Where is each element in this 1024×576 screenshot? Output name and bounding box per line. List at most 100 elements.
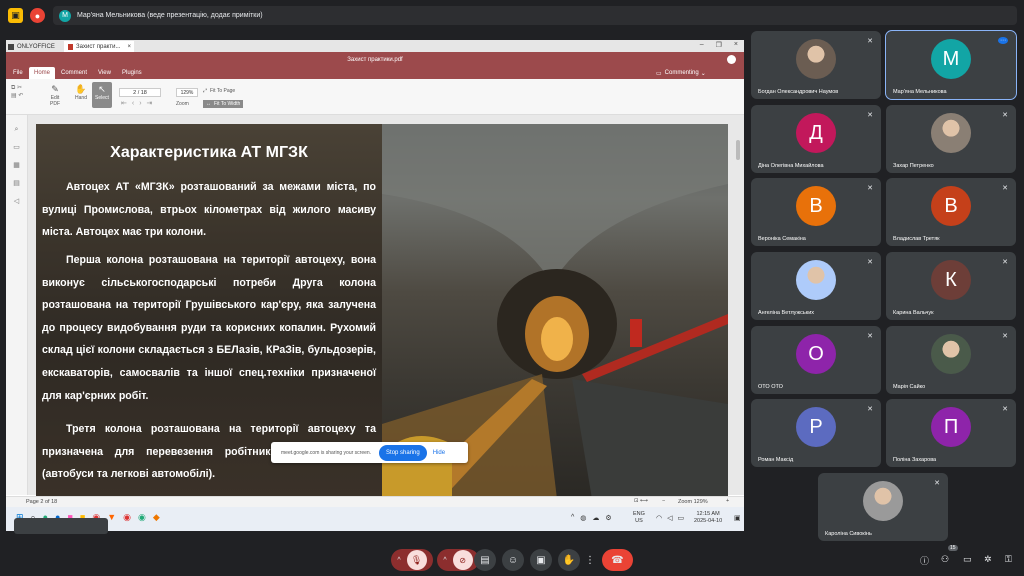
captions-button[interactable]: ▤: [474, 549, 496, 571]
menu-comment[interactable]: Comment: [56, 67, 92, 79]
menu-view[interactable]: View: [93, 67, 116, 79]
people-button[interactable]: ⚇ 15: [941, 545, 958, 565]
activities-icon[interactable]: ✲: [984, 554, 992, 565]
camera-toggle-button[interactable]: ^ ⊘: [437, 549, 479, 571]
tab-document[interactable]: Захист практи... ×: [64, 41, 134, 52]
mic-off-icon: ✕: [1002, 112, 1008, 119]
notification-icon[interactable]: ▣: [734, 514, 741, 522]
page-nav-icons[interactable]: ⇤‹›⇥: [121, 99, 157, 107]
select-tool-button[interactable]: ↖ Select: [92, 82, 112, 108]
mic-off-icon: ✕: [867, 112, 873, 119]
comments-icon[interactable]: ▭: [6, 139, 27, 157]
raise-hand-button[interactable]: ✋: [558, 549, 580, 571]
wifi-icon: ◠: [656, 515, 663, 522]
mic-off-icon: ✕: [1002, 333, 1008, 340]
select-label: Select: [95, 95, 109, 101]
edit-pdf-icon: ✎: [51, 84, 59, 94]
document-title-bar: Захист практики.pdf: [6, 52, 744, 67]
copy-icon[interactable]: ⧉ ✂: [11, 84, 33, 92]
menu-plugins[interactable]: Plugins: [117, 67, 147, 79]
chat-icon[interactable]: ▭: [963, 554, 972, 565]
fit-width-button[interactable]: ↔ Fit To Width: [203, 100, 244, 108]
fit-icon[interactable]: ⊡ ⟷: [634, 498, 648, 504]
minimize-icon[interactable]: –: [700, 41, 704, 49]
menu-file[interactable]: File: [8, 67, 28, 79]
emoji-button[interactable]: ☺: [502, 549, 524, 571]
speaker-icon[interactable]: ◁: [6, 193, 27, 211]
lang-top: ENG: [633, 511, 645, 517]
close-tab-icon[interactable]: ×: [127, 44, 131, 50]
tray-settings-icon[interactable]: ⚙: [605, 514, 611, 522]
hangup-icon: ☎: [611, 554, 624, 566]
participant-tile[interactable]: О ОТО ОТО ✕: [751, 326, 881, 394]
more-options-button[interactable]: ⋮: [584, 549, 596, 571]
chrome-profile-icon[interactable]: ◉: [123, 512, 131, 523]
participant-tile[interactable]: Богдан Олександрович Наумов ✕: [751, 31, 881, 99]
brave-icon[interactable]: ▼: [107, 512, 116, 523]
language-indicator[interactable]: ENG US: [633, 511, 645, 525]
participant-avatar: Д: [796, 113, 836, 153]
participant-tile[interactable]: К Карина Вальчук ✕: [886, 252, 1016, 320]
participant-avatar: М: [931, 39, 971, 79]
presenter-chip[interactable]: М Мар'яна Мельникова (веде презентацію, …: [53, 6, 1017, 25]
menu-home[interactable]: Home: [29, 67, 56, 79]
hand-tool-button[interactable]: ✋ Hand: [72, 84, 90, 101]
mic-off-icon: ✕: [1002, 406, 1008, 413]
participant-tile[interactable]: Д Діна Олегівна Михайлова ✕: [751, 105, 881, 173]
thumbnails-icon[interactable]: ▦: [6, 157, 27, 175]
mic-off-icon: ✕: [867, 333, 873, 340]
fit-page-button[interactable]: ⤢ Fit To Page: [203, 88, 235, 94]
zoom-input[interactable]: 129%: [176, 88, 198, 97]
clock-date: 2025-04-10: [694, 518, 723, 524]
participant-tile[interactable]: Марія Сайко ✕: [886, 326, 1016, 394]
edit-pdf-button[interactable]: ✎ Edit PDF: [46, 84, 64, 107]
paste-icon[interactable]: ▤ ↶: [11, 92, 33, 100]
page-number-input[interactable]: 2 / 18: [119, 88, 161, 97]
participant-tile[interactable]: Ангеліна Ветлужських ✕: [751, 252, 881, 320]
participant-tile[interactable]: Захар Петренко ✕: [886, 105, 1016, 173]
chevron-up-icon[interactable]: ^: [571, 514, 574, 522]
tab-onlyoffice[interactable]: ONLYOFFICE: [8, 41, 60, 52]
hand-icon: ✋: [562, 554, 576, 566]
participant-tile[interactable]: Кароліна Сивокінь ✕: [818, 473, 948, 541]
participant-tile[interactable]: В Вероніка Семакіна ✕: [751, 178, 881, 246]
document-scrollbar[interactable]: [736, 140, 740, 160]
emoji-icon: ☺: [507, 554, 519, 566]
stop-sharing-button[interactable]: Stop sharing: [379, 444, 427, 461]
present-button[interactable]: ▣: [530, 549, 552, 571]
onlyoffice-taskbar-icon[interactable]: ◆: [153, 512, 160, 523]
clock[interactable]: 12:15 AM 2025-04-10: [694, 511, 722, 525]
system-status[interactable]: ◠ ◁ ▭: [656, 514, 684, 522]
participant-tile[interactable]: М Мар'яна Мельникова ⋯: [885, 30, 1017, 100]
commenting-mode[interactable]: ▭ Commenting ⌄: [651, 67, 711, 79]
zoom-out-icon[interactable]: −: [662, 498, 665, 504]
fit-width-icon: ↔: [206, 101, 211, 107]
tray-cloud-icon[interactable]: ☁: [592, 514, 599, 522]
mic-toggle-button[interactable]: ^ 🎙: [391, 549, 433, 571]
participant-avatar: П: [931, 407, 971, 447]
bookmarks-icon[interactable]: ▤: [6, 175, 27, 193]
participant-avatar: В: [796, 186, 836, 226]
chrome-beta-icon[interactable]: ◉: [138, 512, 146, 523]
tray-app-icon[interactable]: ◍: [580, 514, 586, 522]
leave-call-button[interactable]: ☎: [602, 549, 633, 571]
mic-off-icon: 🎙: [406, 550, 427, 570]
participant-tile[interactable]: П Поліна Захарова ✕: [886, 399, 1016, 467]
mic-off-icon: ✕: [1002, 185, 1008, 192]
cursor-icon: ↖: [98, 84, 106, 94]
participant-avatar: К: [931, 260, 971, 300]
participant-avatar: В: [931, 186, 971, 226]
host-controls-icon[interactable]: ⚿: [1005, 554, 1012, 565]
user-avatar-icon[interactable]: [727, 55, 736, 64]
participant-count-badge: 15: [948, 545, 958, 551]
participant-tile[interactable]: В Владислав Третяк ✕: [886, 178, 1016, 246]
record-icon[interactable]: ●: [30, 8, 45, 23]
search-icon[interactable]: ⌕: [6, 121, 27, 139]
hide-banner-link[interactable]: Hide: [433, 450, 445, 456]
info-icon[interactable]: ⓘ: [920, 554, 929, 567]
present-icon[interactable]: ▣: [8, 8, 23, 23]
close-window-icon[interactable]: ×: [734, 41, 738, 49]
participant-tile[interactable]: Р Роман Максід ✕: [751, 399, 881, 467]
maximize-icon[interactable]: ❐: [716, 41, 722, 49]
zoom-in-icon[interactable]: +: [726, 498, 729, 504]
